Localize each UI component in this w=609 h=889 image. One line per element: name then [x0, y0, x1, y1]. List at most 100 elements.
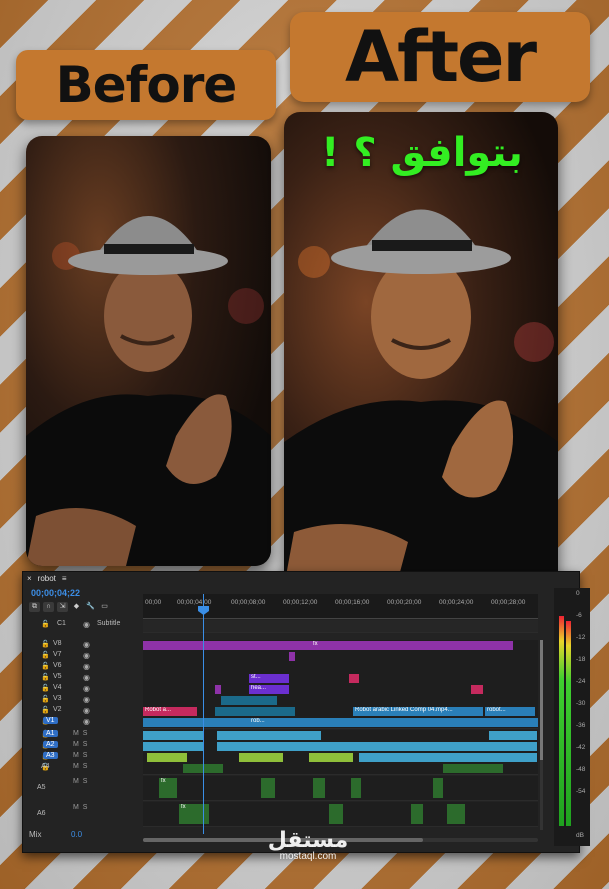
mute-solo[interactable]: M S [73, 804, 87, 811]
ruler-label: 00;00;28;00 [491, 599, 526, 606]
clip[interactable] [221, 696, 277, 705]
snap-icon[interactable]: ∩ [43, 602, 54, 612]
clip-label: Robot arabic Linked Comp 04.mp4... [355, 707, 453, 713]
nest-icon[interactable]: ⧉ [29, 602, 40, 612]
linked-selection-icon[interactable]: ⇲ [57, 602, 68, 612]
audio-clip[interactable] [217, 731, 321, 740]
meter-label: -48 [576, 766, 586, 773]
track-target-a2[interactable]: A2 [43, 741, 58, 748]
audio-clip[interactable]: fx [159, 778, 177, 798]
audio-clip[interactable] [351, 778, 361, 798]
lock-icon[interactable]: 🔓 [41, 640, 50, 648]
timeline-tools: ⧉ ∩ ⇲ ◆ 🔧 ▭ [29, 602, 110, 612]
lock-icon[interactable]: 🔓 [41, 706, 50, 714]
eye-icon[interactable]: ◉ [83, 706, 90, 715]
watermark-arabic: مستقل [267, 828, 349, 853]
clip[interactable]: Robot arabic Linked Comp 04.mp4... [353, 707, 483, 716]
eye-icon[interactable]: ◉ [83, 717, 90, 726]
eye-icon[interactable]: ◉ [83, 673, 90, 682]
lock-icon[interactable]: 🔓 [41, 695, 50, 703]
meter-label: 0 [576, 590, 580, 597]
clip[interactable]: fx [143, 641, 513, 650]
clip[interactable]: hea... [249, 685, 289, 694]
meter-label: -36 [576, 722, 586, 729]
meter-label: -24 [576, 678, 586, 685]
wrench-icon[interactable]: 🔧 [85, 602, 96, 612]
ruler-label: 00;00;04;00 [177, 599, 212, 606]
audio-clip[interactable] [447, 804, 465, 824]
vertical-scrollbar[interactable] [540, 640, 543, 830]
eye-icon[interactable]: ◉ [83, 684, 90, 693]
track-header-v5: 🔓 V5 ◉ [23, 673, 141, 684]
track-header-a6: A6 M S [23, 802, 141, 826]
mix-value[interactable]: 0.0 [71, 830, 82, 839]
audio-clip[interactable] [239, 753, 283, 762]
mute-solo[interactable]: M S [73, 763, 87, 770]
lock-icon[interactable]: 🔓 [41, 651, 50, 659]
audio-clip[interactable] [329, 804, 343, 824]
after-portrait-illustration [284, 209, 558, 587]
mix-label: Mix [29, 830, 42, 839]
track-name: V4 [53, 684, 62, 691]
audio-clip[interactable] [309, 753, 353, 762]
audio-clip[interactable] [411, 804, 423, 824]
track-header-a1: 🔓 A1 M S [23, 730, 141, 741]
track-target-a1[interactable]: A1 [43, 730, 58, 737]
audio-clip[interactable] [313, 778, 325, 798]
mute-solo[interactable]: M S [73, 778, 87, 785]
audio-clip[interactable] [147, 753, 187, 762]
clip[interactable]: st... [249, 674, 289, 683]
clip[interactable] [215, 707, 295, 716]
audio-clip[interactable] [261, 778, 275, 798]
audio-clip[interactable] [143, 731, 203, 740]
lock-icon[interactable]: 🔓 [41, 662, 50, 670]
ruler-label: 00;00 [145, 599, 162, 606]
track-header-a5: A5 M S [23, 776, 141, 800]
before-photo [26, 136, 271, 566]
track-header-v8: 🔓 V8 ◉ [23, 640, 141, 651]
clip[interactable]: robot... [485, 707, 535, 716]
meter-label: -18 [576, 656, 586, 663]
scrollbar-thumb[interactable] [540, 640, 543, 760]
mute-solo[interactable]: M S [73, 730, 87, 737]
track-target-a3[interactable]: A3 [43, 752, 58, 759]
timecode-display[interactable]: 00;00;04;22 [31, 588, 80, 598]
track-name: A6 [37, 810, 46, 817]
audio-clip[interactable] [489, 731, 537, 740]
clip[interactable]: Robot a... [143, 707, 197, 716]
clip[interactable] [349, 674, 359, 683]
sequence-tab[interactable]: × robot ≡ [27, 574, 67, 583]
audio-clip[interactable] [143, 742, 203, 751]
subtitle-track-label: Subtitle [97, 620, 121, 627]
audio-clip[interactable]: fx [179, 804, 209, 824]
lock-icon[interactable]: 🔓 [41, 673, 50, 681]
meter-label: -30 [576, 700, 586, 707]
clip[interactable] [215, 685, 221, 694]
audio-clip[interactable] [217, 742, 537, 751]
ruler-label: 00;00;24;00 [439, 599, 474, 606]
clip-label: Robot a... [145, 707, 172, 713]
track-name: V5 [53, 673, 62, 680]
track-target-v1[interactable]: V1 [43, 717, 58, 724]
clip[interactable] [289, 652, 295, 661]
audio-clip[interactable] [359, 753, 537, 762]
eye-icon[interactable]: ◉ [83, 640, 90, 649]
clip[interactable] [471, 685, 483, 694]
mute-solo[interactable]: M S [73, 752, 87, 759]
audio-clip[interactable] [433, 778, 443, 798]
mute-solo[interactable]: M S [73, 741, 87, 748]
captions-icon[interactable]: ▭ [99, 602, 110, 612]
marker-icon[interactable]: ◆ [71, 602, 82, 612]
eye-icon[interactable]: ◉ [83, 651, 90, 660]
lock-icon[interactable]: 🔓 [41, 620, 50, 628]
before-title-banner: Before [16, 50, 276, 120]
meter-label: -54 [576, 788, 586, 795]
eye-icon[interactable]: ◉ [83, 695, 90, 704]
close-icon[interactable]: × [27, 574, 32, 583]
menu-icon[interactable]: ≡ [62, 574, 67, 583]
track-name: V7 [53, 651, 62, 658]
eye-icon[interactable]: ◉ [83, 620, 90, 629]
eye-icon[interactable]: ◉ [83, 662, 90, 671]
lock-icon[interactable]: 🔓 [41, 684, 50, 692]
audio-clip[interactable] [443, 764, 503, 773]
